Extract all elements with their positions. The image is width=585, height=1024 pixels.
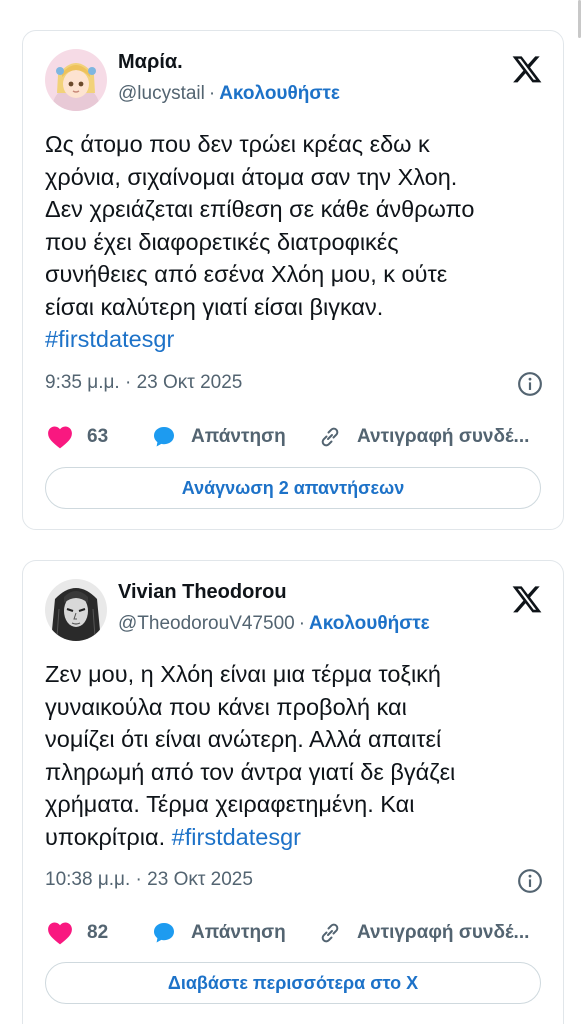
tweet-card[interactable]: Vivian Theodorou @TheodorouV47500 · Ακολου… bbox=[22, 560, 564, 1024]
author-name[interactable]: Μαρία. bbox=[118, 51, 183, 74]
reply-label: Απάντηση bbox=[191, 426, 286, 447]
x-logo-icon[interactable] bbox=[511, 583, 543, 615]
tweet-line: Δεν χρειάζεται επίθεση σε κάθε άνθρωπο bbox=[45, 196, 475, 222]
tweet-line: χρόνια, σιχαίνομαι άτομα σαν την Χλοη. bbox=[45, 163, 458, 190]
reply-button[interactable]: Απάντηση bbox=[151, 425, 286, 449]
tweet-hashtag-line: υποκρίτρια. #firstdatesgr bbox=[45, 821, 545, 854]
like-button[interactable]: 63 bbox=[47, 425, 108, 449]
copy-link-label: Αντιγραφή συνδέ... bbox=[357, 922, 530, 943]
follow-button[interactable]: Ακολουθήστε bbox=[219, 83, 340, 104]
author-handle[interactable]: @TheodorouV47500 bbox=[118, 613, 295, 634]
read-replies-button[interactable]: Ανάγνωση 2 απαντήσεων bbox=[45, 467, 541, 509]
timestamp[interactable]: 9:35 μ.μ. · 23 Οκτ 2025 bbox=[45, 372, 242, 394]
info-icon[interactable] bbox=[517, 868, 543, 894]
tweet-line: γυναικούλα που κάνει προβολή και bbox=[45, 693, 407, 720]
tweet-line: Ζεν μου, η Χλόη είναι μια τέρμα τοξική bbox=[45, 661, 441, 687]
tweet-line: είσαι καλύτερη γιατί είσαι βιγκαν. bbox=[45, 293, 384, 320]
avatar[interactable] bbox=[45, 49, 107, 111]
tweet-actions: 63 Απάντηση Αντιγραφή συνδέ... bbox=[45, 425, 545, 455]
tweet-text: Ως άτομο που δεν τρώει κρέας εδω κ χρόνι… bbox=[45, 128, 545, 356]
reply-label: Απάντηση bbox=[191, 922, 286, 943]
reply-button[interactable]: Απάντηση bbox=[151, 921, 286, 945]
timestamp[interactable]: 10:38 μ.μ. · 23 Οκτ 2025 bbox=[45, 869, 253, 891]
link-icon bbox=[321, 427, 339, 447]
author-handle-row: @TheodorouV47500 · Ακολουθήστε bbox=[118, 613, 430, 635]
heart-icon bbox=[48, 922, 72, 945]
like-count: 63 bbox=[87, 426, 109, 447]
tweet-line-prefix: υποκρίτρια. bbox=[45, 823, 172, 850]
reply-bubble-icon bbox=[154, 923, 174, 943]
tweet-card[interactable]: Μαρία. @lucystail · Ακολουθήστε Ως άτομο π… bbox=[22, 30, 564, 530]
read-more-button[interactable]: Διαβάστε περισσότερα στο X bbox=[45, 962, 541, 1004]
author-handle[interactable]: @lucystail bbox=[118, 83, 205, 104]
link-icon bbox=[321, 923, 339, 943]
tweet-line: πληρωμή από τον άντρα γιατί δε βγάζει bbox=[45, 758, 456, 785]
scrollbar[interactable] bbox=[578, 0, 581, 38]
x-logo-icon[interactable] bbox=[511, 53, 543, 85]
tweet-actions: 82 Απάντηση Αντιγραφή συνδέ... bbox=[45, 921, 545, 951]
separator-dot: · bbox=[298, 613, 306, 634]
follow-button[interactable]: Ακολουθήστε bbox=[309, 613, 430, 634]
reply-bubble-icon bbox=[154, 427, 174, 447]
tweet-text: Ζεν μου, η Χλόη είναι μια τέρμα τοξική γ… bbox=[45, 658, 545, 853]
avatar[interactable] bbox=[45, 579, 107, 641]
tweet-line: χρήματα. Τέρμα χειραφετημένη. Και bbox=[45, 791, 415, 817]
tweet-line: που έχει διαφορετικές διατροφικές bbox=[45, 228, 399, 255]
author-handle-row: @lucystail · Ακολουθήστε bbox=[118, 83, 340, 105]
copy-link-button[interactable]: Αντιγραφή συνδέ... bbox=[317, 425, 529, 449]
tweet-line: νομίζει ότι είναι ανώτερη. Αλλά απαιτεί bbox=[45, 726, 442, 752]
copy-link-label: Αντιγραφή συνδέ... bbox=[357, 426, 530, 447]
info-icon[interactable] bbox=[517, 371, 543, 397]
author-name[interactable]: Vivian Theodorou bbox=[118, 581, 287, 604]
like-button[interactable]: 82 bbox=[47, 921, 108, 945]
hashtag-link[interactable]: #firstdatesgr bbox=[45, 326, 174, 352]
copy-link-button[interactable]: Αντιγραφή συνδέ... bbox=[317, 921, 529, 945]
tweet-line: Ως άτομο που δεν τρώει κρέας εδω κ bbox=[45, 131, 430, 157]
heart-icon bbox=[48, 426, 72, 449]
tweet-line: συνήθειες από εσένα Χλόη μου, κ ούτε bbox=[45, 261, 448, 287]
like-count: 82 bbox=[87, 922, 109, 943]
hashtag-link[interactable]: #firstdatesgr bbox=[172, 824, 301, 850]
separator-dot: · bbox=[208, 83, 216, 104]
tweet-hashtag-line: #firstdatesgr bbox=[45, 323, 545, 356]
